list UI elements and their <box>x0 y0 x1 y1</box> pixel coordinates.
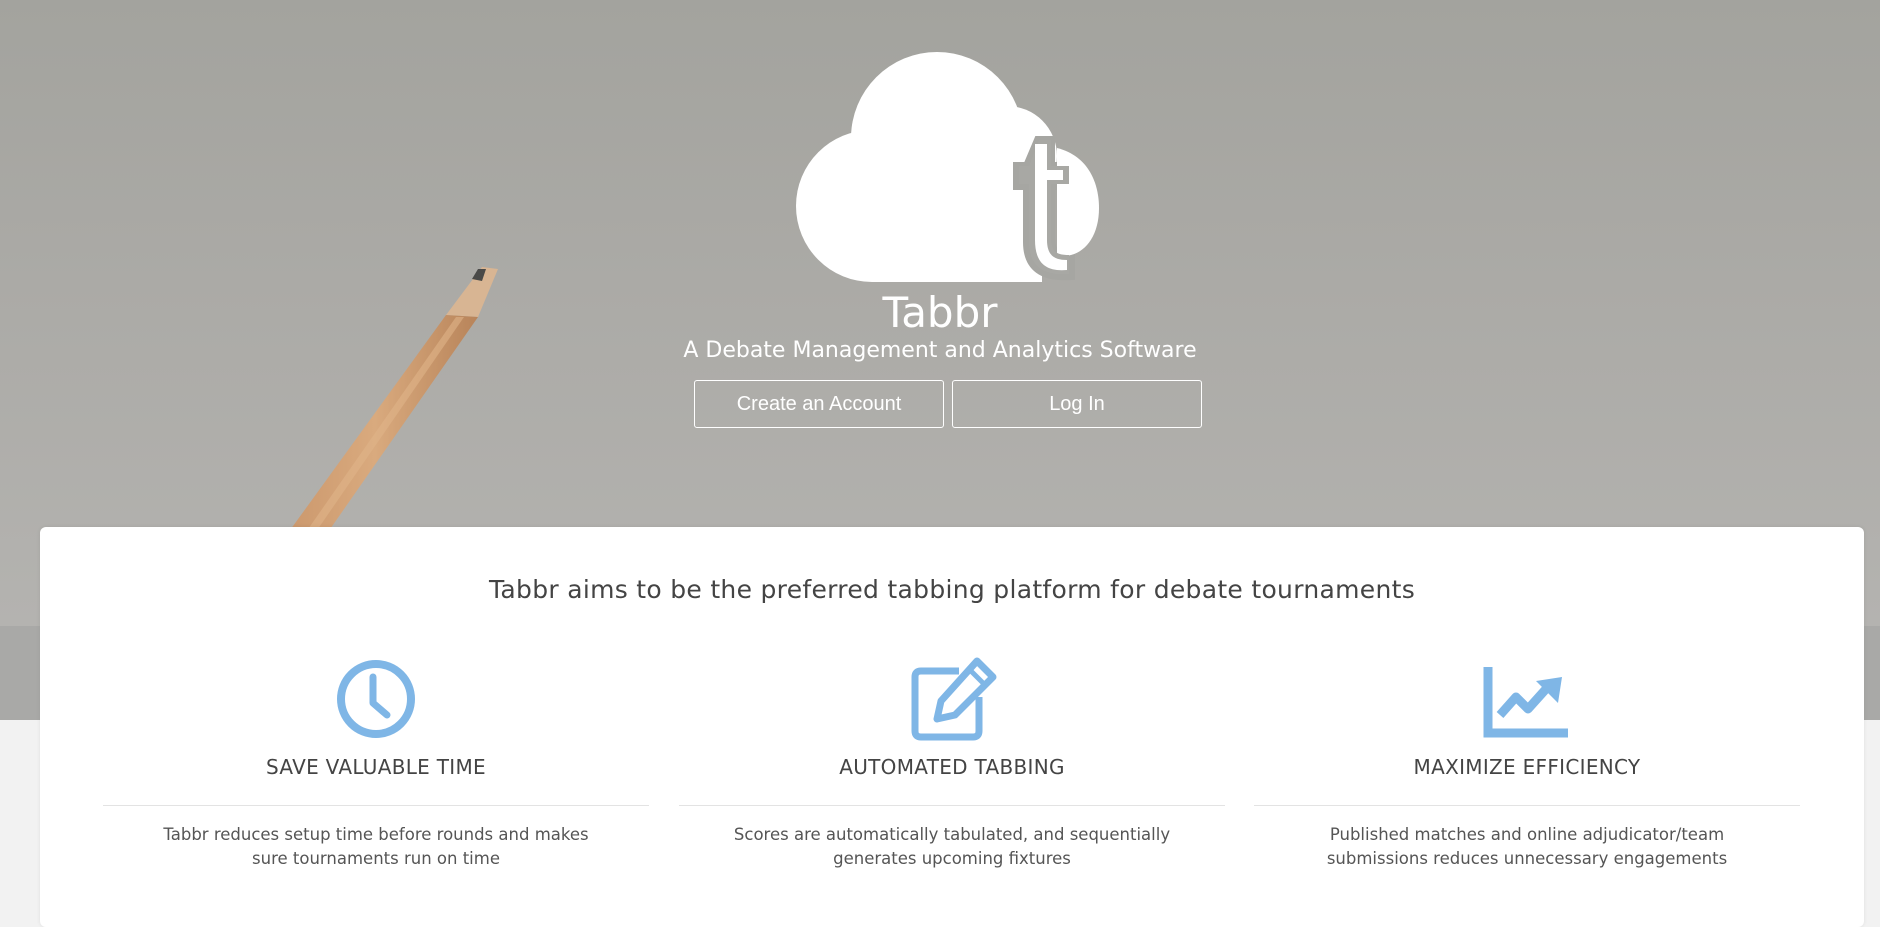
feature-divider <box>679 805 1225 806</box>
feature-save-time: SAVE VALUABLE TIME Tabbr reduces setup t… <box>103 657 649 897</box>
feature-title: MAXIMIZE EFFICIENCY <box>1413 755 1641 779</box>
feature-description: Tabbr reduces setup time before rounds a… <box>163 825 589 868</box>
feature-description: Published matches and online adjudicator… <box>1326 825 1728 868</box>
feature-description: Scores are automatically tabulated, and … <box>733 825 1171 868</box>
brand-subtitle: A Debate Management and Analytics Softwa… <box>683 338 1197 363</box>
login-button[interactable]: Log In <box>952 380 1202 428</box>
feature-maximize-efficiency: MAXIMIZE EFFICIENCY Published matches an… <box>1254 657 1800 897</box>
chart-line-icon <box>1483 667 1568 738</box>
clock-icon <box>337 660 415 738</box>
feature-title: SAVE VALUABLE TIME <box>266 755 486 779</box>
features-card: Tabbr aims to be the preferred tabbing p… <box>40 527 1864 927</box>
edit-icon <box>911 657 997 741</box>
brand-title: Tabbr <box>882 288 998 337</box>
feature-divider <box>1254 805 1800 806</box>
cloud-t-logo-icon <box>796 52 1099 282</box>
create-account-button[interactable]: Create an Account <box>694 380 944 428</box>
feature-title: AUTOMATED TABBING <box>839 755 1065 779</box>
feature-divider <box>103 805 649 806</box>
feature-automated-tabbing: AUTOMATED TABBING Scores are automatical… <box>679 657 1225 897</box>
intro-tagline: Tabbr aims to be the preferred tabbing p… <box>488 575 1416 604</box>
